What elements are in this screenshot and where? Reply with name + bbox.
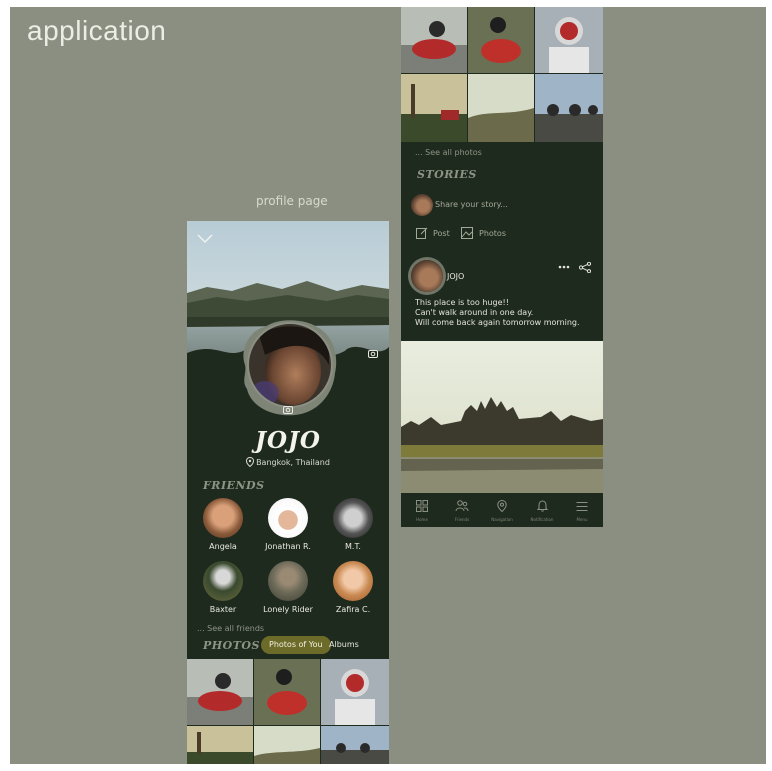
friend-avatar [203,561,243,601]
location-text: Bangkok, Thailand [256,458,330,467]
feed-screen: ... See all photos STORIES Share your st… [401,7,603,527]
tab-photos-of-you[interactable]: Photos of You [261,636,331,654]
photo-thumb[interactable] [254,726,320,764]
post-text-line: Will come back again tomorrow morning. [415,318,580,327]
more-icon[interactable] [558,265,570,269]
image-icon[interactable] [461,227,473,239]
friend-card[interactable]: Angela [191,498,255,551]
friend-name: M.T. [345,542,361,551]
see-all-friends-link[interactable]: ... See all friends [197,624,264,633]
camera-icon[interactable] [283,405,293,414]
location-pin-icon [497,499,507,513]
nav-home[interactable]: Home [402,497,442,522]
photo-thumb[interactable] [401,7,467,73]
chevron-down-icon[interactable] [197,233,213,245]
friend-name: Baxter [209,605,237,614]
post-text-line: This place is too huge!! [415,298,509,307]
menu-icon [576,502,588,511]
friend-name: Zafira C. [335,605,371,614]
friend-card[interactable]: M.T. [321,498,385,551]
story-placeholder: Share your story... [435,200,508,209]
photo-thumb[interactable] [468,7,534,73]
photo-thumb[interactable] [321,659,389,725]
photo-grid [187,659,389,764]
friend-card[interactable]: Jonathan R. [256,498,320,551]
nav-label: Home [416,517,428,522]
location-pin-icon [246,456,255,468]
profile-screen: JOJO Bangkok, Thailand FRIENDS Angela Jo… [187,221,389,764]
screen-caption: profile page [256,194,328,208]
avatar [411,194,433,216]
camera-icon[interactable] [368,349,378,358]
friend-card[interactable]: Baxter [191,561,255,614]
tab-albums[interactable]: Albums [329,636,359,654]
photo-thumb[interactable] [468,74,534,142]
profile-location: Bangkok, Thailand [187,456,389,468]
friends-heading: FRIENDS [203,479,265,492]
photo-thumb[interactable] [535,74,603,142]
nav-label: Notification [530,517,554,522]
canvas-title: application [27,15,167,46]
nav-navigation[interactable]: Navigation [482,497,522,522]
bell-icon [536,500,548,512]
photos-heading: PHOTOS [203,639,260,652]
friend-card[interactable]: Zafira C. [321,561,385,614]
nav-label: Friends [454,517,470,522]
nav-menu[interactable]: Menu [562,497,602,522]
friend-avatar [268,561,308,601]
photo-thumb[interactable] [254,659,320,725]
friend-avatar [333,561,373,601]
photo-thumb[interactable] [187,659,253,725]
photo-grid [401,7,603,142]
profile-name: JOJO [255,427,321,454]
friend-name: Jonathan R. [265,542,311,551]
photo-thumb[interactable] [187,726,253,764]
friend-card[interactable]: Lonely Rider [256,561,320,614]
post-button[interactable]: Post [433,229,450,238]
see-all-photos-link[interactable]: ... See all photos [415,148,482,157]
photo-thumb[interactable] [321,726,389,764]
friend-avatar [268,498,308,538]
photo-thumb[interactable] [401,74,467,142]
post-photo[interactable] [401,341,603,493]
edit-icon[interactable] [416,227,428,239]
post-text-line: Can't walk around in one day. [415,308,534,317]
profile-avatar[interactable] [235,315,341,419]
stories-heading: STORIES [417,168,477,181]
friends-icon [455,500,469,512]
avatar [411,260,443,292]
friend-name: Lonely Rider [263,605,313,614]
share-icon[interactable] [579,262,591,273]
nav-label: Menu [576,517,588,522]
nav-friends[interactable]: Friends [442,497,482,522]
post-author: JOJO [447,272,465,281]
photos-button[interactable]: Photos [479,229,506,238]
friend-name: Angela [209,542,237,551]
friend-avatar [203,498,243,538]
nav-label: Navigation [491,517,513,522]
photo-thumb[interactable] [535,7,603,73]
grid-icon [416,500,428,512]
nav-notification[interactable]: Notification [522,497,562,522]
friend-avatar [333,498,373,538]
design-canvas: application profile page JOJO Bangkok, T… [10,7,766,764]
bottom-nav: Home Friends Navigation Notification Men… [401,493,603,527]
